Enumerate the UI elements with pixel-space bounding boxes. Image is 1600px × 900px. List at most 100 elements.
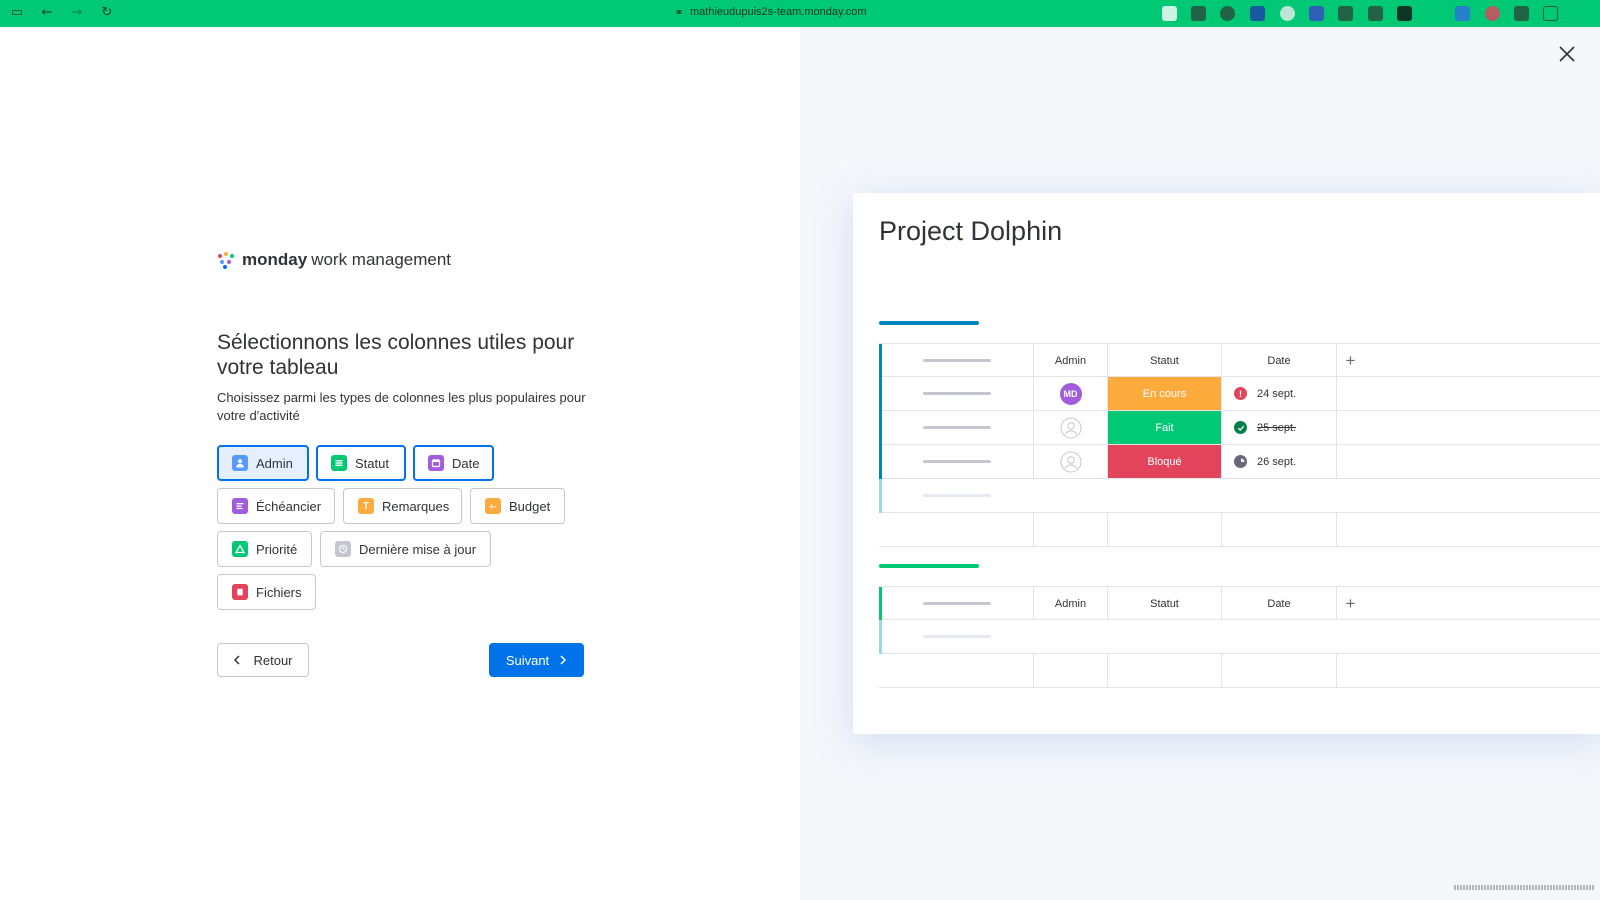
status-cell: Bloqué bbox=[1107, 445, 1221, 478]
group-stripe bbox=[879, 620, 882, 654]
group-stripe bbox=[879, 587, 882, 621]
column-chip-admin[interactable]: Admin bbox=[217, 445, 309, 481]
summary-cell bbox=[1336, 513, 1600, 546]
table-header-row: Admin Statut Date + bbox=[879, 343, 1600, 378]
close-button[interactable] bbox=[1554, 41, 1580, 67]
summary-cell bbox=[1336, 654, 1600, 687]
column-chip-label: Admin bbox=[256, 455, 293, 471]
add-item-row bbox=[879, 620, 1600, 654]
text-icon: T bbox=[358, 498, 374, 514]
status-cell: En cours bbox=[1107, 377, 1221, 410]
admin-cell bbox=[1033, 445, 1107, 478]
extension-icon[interactable] bbox=[1250, 6, 1265, 21]
extension-icon[interactable] bbox=[1485, 6, 1500, 21]
extension-icon[interactable] bbox=[1338, 6, 1353, 21]
close-icon bbox=[1559, 46, 1575, 62]
person-placeholder-icon bbox=[1060, 417, 1081, 438]
column-header-admin: Admin bbox=[1033, 344, 1107, 377]
add-column-button[interactable]: + bbox=[1336, 587, 1364, 620]
alert-icon: ! bbox=[1234, 387, 1247, 400]
date-cell: 25 sept. bbox=[1221, 411, 1336, 444]
column-chip-fichiers[interactable]: Fichiers bbox=[217, 574, 316, 610]
column-chip-date[interactable]: Date bbox=[413, 445, 494, 481]
add-column-button[interactable]: + bbox=[1336, 344, 1364, 377]
forward-arrow-icon[interactable]: → bbox=[70, 6, 84, 20]
summary-row bbox=[879, 513, 1600, 547]
status-icon bbox=[331, 455, 347, 471]
column-chip-derniere-mise-a-jour[interactable]: Dernière mise à jour bbox=[320, 531, 491, 567]
empty-cell bbox=[1336, 445, 1600, 478]
column-header-admin: Admin bbox=[1033, 587, 1107, 620]
browser-toolbar: ▭ ← → ↻ ⚭ mathieudupuis2s-team.monday.co… bbox=[0, 0, 1600, 27]
summary-cell bbox=[1221, 654, 1336, 687]
column-chip-label: Échéancier bbox=[256, 498, 322, 514]
page-title: Sélectionnons les colonnes utiles pour v… bbox=[217, 331, 575, 379]
link-icon: ⚭ bbox=[674, 6, 684, 19]
sidebar-toggle-icon[interactable]: ▭ bbox=[10, 6, 24, 20]
address-bar[interactable]: mathieudupuis2s-team.monday.com bbox=[690, 6, 867, 18]
column-chip-statut[interactable]: Statut bbox=[316, 445, 406, 481]
group-stripe bbox=[879, 344, 882, 378]
admin-cell bbox=[1033, 411, 1107, 444]
group-stripe bbox=[879, 377, 882, 411]
table-row: Bloqué 26 sept. bbox=[879, 445, 1600, 479]
extension-icon[interactable] bbox=[1309, 6, 1324, 21]
column-header-date: Date bbox=[1221, 344, 1336, 377]
logo: monday work management bbox=[217, 250, 451, 270]
date-cell: 26 sept. bbox=[1221, 445, 1336, 478]
next-button[interactable]: Suivant bbox=[489, 643, 584, 677]
column-chip-budget[interactable]: +- Budget bbox=[470, 488, 565, 524]
extension-icon[interactable] bbox=[1455, 6, 1470, 21]
extension-icon[interactable] bbox=[1220, 6, 1235, 21]
extension-icon[interactable] bbox=[1368, 6, 1383, 21]
column-chip-label: Fichiers bbox=[256, 584, 302, 600]
extension-icon[interactable] bbox=[1280, 6, 1295, 21]
next-button-label: Suivant bbox=[505, 652, 550, 668]
summary-row bbox=[879, 654, 1600, 688]
name-placeholder bbox=[923, 635, 991, 638]
plus-icon: + bbox=[1345, 350, 1356, 370]
person-placeholder-icon bbox=[1060, 451, 1081, 472]
extension-icon[interactable] bbox=[1397, 6, 1412, 21]
summary-cell bbox=[1107, 513, 1221, 546]
back-button[interactable]: Retour bbox=[217, 643, 309, 677]
column-chip-remarques[interactable]: T Remarques bbox=[343, 488, 462, 524]
check-icon bbox=[1234, 421, 1247, 434]
column-chip-label: Statut bbox=[355, 455, 389, 471]
column-header-statut: Statut bbox=[1107, 587, 1221, 620]
column-chip-priorite[interactable]: Priorité bbox=[217, 531, 312, 567]
extension-icon[interactable] bbox=[1426, 6, 1441, 21]
name-placeholder bbox=[923, 392, 991, 395]
back-button-label: Retour bbox=[253, 652, 293, 668]
group-color-bar bbox=[879, 321, 979, 325]
board-title: Project Dolphin bbox=[879, 216, 1063, 246]
name-placeholder bbox=[923, 359, 991, 362]
group-stripe bbox=[879, 411, 882, 445]
summary-cell bbox=[1033, 513, 1107, 546]
person-icon bbox=[232, 455, 248, 471]
plus-icon: + bbox=[1345, 593, 1356, 613]
sidebar-right-icon[interactable] bbox=[1543, 6, 1558, 21]
name-placeholder bbox=[923, 426, 991, 429]
chevron-right-icon bbox=[560, 655, 567, 665]
back-arrow-icon[interactable]: ← bbox=[40, 6, 54, 20]
numbers-icon: +- bbox=[485, 498, 501, 514]
page-subtitle: Choisissez parmi les types de colonnes l… bbox=[217, 390, 586, 423]
extension-icon[interactable] bbox=[1162, 6, 1177, 21]
date-text: 26 sept. bbox=[1257, 455, 1297, 468]
timeline-icon bbox=[232, 498, 248, 514]
priority-icon bbox=[232, 541, 248, 557]
column-chip-label: Dernière mise à jour bbox=[359, 541, 477, 557]
summary-cell bbox=[1221, 513, 1336, 546]
extension-icon[interactable] bbox=[1191, 6, 1206, 21]
table-header-row: Admin Statut Date + bbox=[879, 586, 1600, 621]
extension-icon[interactable] bbox=[1514, 6, 1529, 21]
column-chip-echeancier[interactable]: Échéancier bbox=[217, 488, 335, 524]
chevron-left-icon bbox=[234, 655, 241, 665]
empty-cell bbox=[1336, 411, 1600, 444]
reload-icon[interactable]: ↻ bbox=[100, 6, 114, 20]
status-cell: Fait bbox=[1107, 411, 1221, 444]
column-header-date: Date bbox=[1221, 587, 1336, 620]
calendar-icon bbox=[428, 455, 444, 471]
admin-cell: MD bbox=[1033, 377, 1107, 410]
